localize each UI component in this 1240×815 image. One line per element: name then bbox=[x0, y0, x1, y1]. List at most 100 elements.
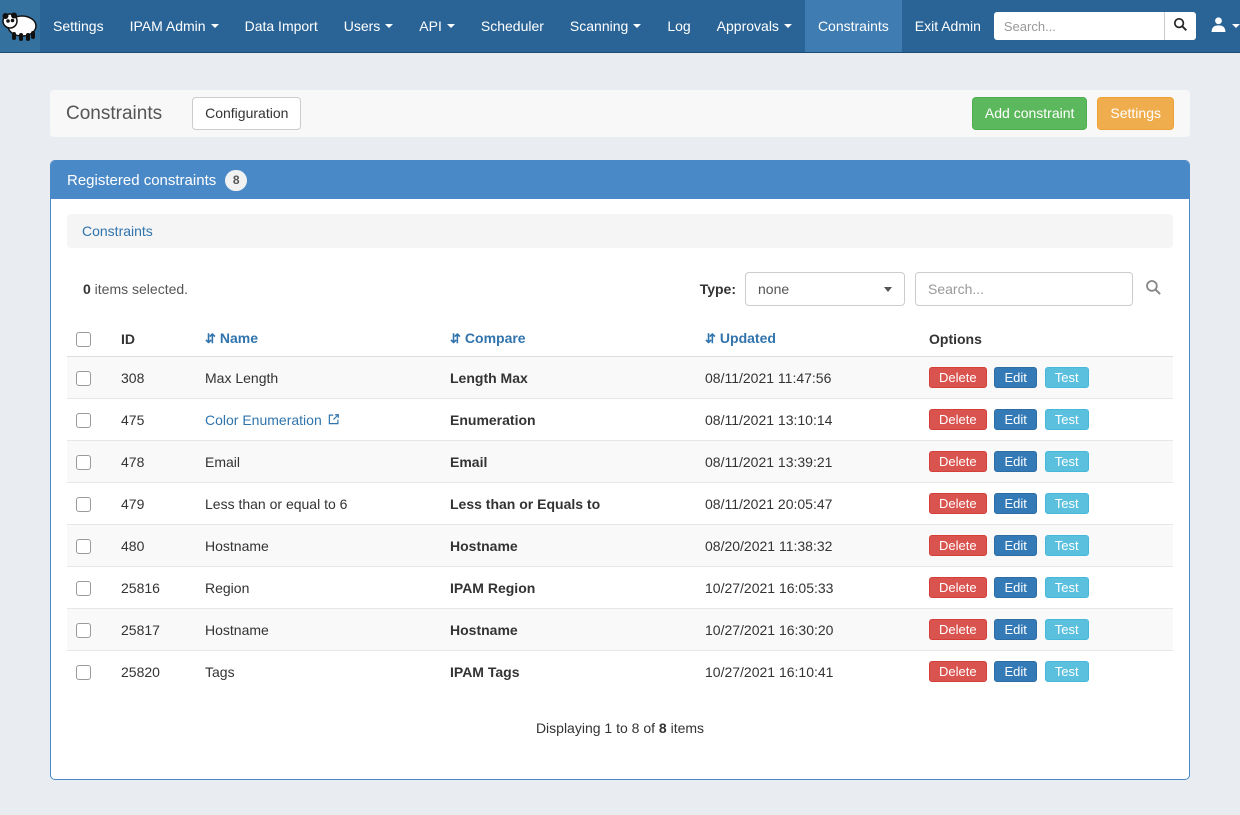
delete-button[interactable]: Delete bbox=[929, 409, 987, 430]
edit-button[interactable]: Edit bbox=[994, 409, 1036, 430]
edit-button[interactable]: Edit bbox=[994, 367, 1036, 388]
cell-compare: Email bbox=[442, 441, 697, 483]
type-filter-select[interactable]: none bbox=[745, 272, 905, 306]
user-icon bbox=[1210, 16, 1227, 36]
delete-button[interactable]: Delete bbox=[929, 367, 987, 388]
global-search-button[interactable] bbox=[1164, 12, 1196, 40]
selected-info: 0 items selected. bbox=[83, 281, 188, 297]
settings-button[interactable]: Settings bbox=[1097, 97, 1174, 131]
row-checkbox[interactable] bbox=[76, 665, 91, 680]
column-header-name[interactable]: ⇵Name bbox=[197, 322, 442, 357]
test-button[interactable]: Test bbox=[1045, 619, 1089, 640]
row-checkbox[interactable] bbox=[76, 371, 91, 386]
nav-item-exit-admin[interactable]: Exit Admin bbox=[902, 0, 994, 52]
row-checkbox[interactable] bbox=[76, 413, 91, 428]
table-row: 478 Email Email 08/11/2021 13:39:21 Dele… bbox=[67, 441, 1173, 483]
delete-button[interactable]: Delete bbox=[929, 619, 987, 640]
row-checkbox[interactable] bbox=[76, 581, 91, 596]
panel-title: Registered constraints bbox=[67, 172, 216, 189]
cell-updated: 08/11/2021 13:39:21 bbox=[697, 441, 921, 483]
select-all-checkbox[interactable] bbox=[76, 332, 91, 347]
cell-updated: 08/11/2021 11:47:56 bbox=[697, 357, 921, 399]
test-button[interactable]: Test bbox=[1045, 367, 1089, 388]
test-button[interactable]: Test bbox=[1045, 409, 1089, 430]
table-row: 25816 Region IPAM Region 10/27/2021 16:0… bbox=[67, 567, 1173, 609]
chevron-down-icon bbox=[784, 24, 792, 28]
chevron-down-icon bbox=[633, 24, 641, 28]
table-row: 480 Hostname Hostname 08/20/2021 11:38:3… bbox=[67, 525, 1173, 567]
cell-compare: IPAM Region bbox=[442, 567, 697, 609]
cell-name: Less than or equal to 6 bbox=[197, 483, 442, 525]
nav-item-settings[interactable]: Settings bbox=[40, 0, 117, 52]
cell-name: Max Length bbox=[197, 357, 442, 399]
top-navbar: Settings IPAM Admin Data Import Users AP… bbox=[0, 0, 1240, 53]
nav-item-constraints[interactable]: Constraints bbox=[805, 0, 902, 52]
constraint-name-link[interactable]: Color Enumeration bbox=[205, 412, 340, 428]
cell-updated: 10/27/2021 16:30:20 bbox=[697, 609, 921, 651]
test-button[interactable]: Test bbox=[1045, 577, 1089, 598]
configuration-button[interactable]: Configuration bbox=[192, 97, 301, 131]
edit-button[interactable]: Edit bbox=[994, 451, 1036, 472]
delete-button[interactable]: Delete bbox=[929, 535, 987, 556]
edit-button[interactable]: Edit bbox=[994, 661, 1036, 682]
edit-button[interactable]: Edit bbox=[994, 493, 1036, 514]
cell-compare: IPAM Tags bbox=[442, 651, 697, 693]
edit-button[interactable]: Edit bbox=[994, 577, 1036, 598]
cell-id: 25816 bbox=[113, 567, 197, 609]
nav-item-api[interactable]: API bbox=[406, 0, 468, 52]
nav-item-data-import[interactable]: Data Import bbox=[232, 0, 331, 52]
breadcrumb: Constraints bbox=[67, 214, 1173, 248]
cell-updated: 08/11/2021 20:05:47 bbox=[697, 483, 921, 525]
table-row: 479 Less than or equal to 6 Less than or… bbox=[67, 483, 1173, 525]
cell-name: Hostname bbox=[197, 609, 442, 651]
sort-icon: ⇵ bbox=[450, 331, 461, 346]
nav-item-users[interactable]: Users bbox=[331, 0, 407, 52]
table-search-input[interactable] bbox=[915, 272, 1133, 306]
nav-item-scanning[interactable]: Scanning bbox=[557, 0, 654, 52]
column-header-updated[interactable]: ⇵Updated bbox=[697, 322, 921, 357]
app-logo[interactable] bbox=[0, 0, 40, 52]
add-constraint-button[interactable]: Add constraint bbox=[972, 97, 1088, 131]
pagination-summary: Displaying 1 to 8 of 8 items bbox=[67, 692, 1173, 776]
test-button[interactable]: Test bbox=[1045, 451, 1089, 472]
search-icon bbox=[1173, 17, 1188, 35]
row-checkbox[interactable] bbox=[76, 539, 91, 554]
edit-button[interactable]: Edit bbox=[994, 619, 1036, 640]
breadcrumb-constraints-link[interactable]: Constraints bbox=[82, 223, 153, 239]
test-button[interactable]: Test bbox=[1045, 535, 1089, 556]
column-header-id: ID bbox=[113, 322, 197, 357]
row-checkbox[interactable] bbox=[76, 623, 91, 638]
chevron-down-icon bbox=[447, 24, 455, 28]
table-row: 25820 Tags IPAM Tags 10/27/2021 16:10:41… bbox=[67, 651, 1173, 693]
test-button[interactable]: Test bbox=[1045, 661, 1089, 682]
delete-button[interactable]: Delete bbox=[929, 493, 987, 514]
panel-heading: Registered constraints 8 bbox=[51, 161, 1189, 199]
nav-item-log[interactable]: Log bbox=[654, 0, 703, 52]
nav-item-scheduler[interactable]: Scheduler bbox=[468, 0, 557, 52]
table-row: 308 Max Length Length Max 08/11/2021 11:… bbox=[67, 357, 1173, 399]
row-checkbox[interactable] bbox=[76, 497, 91, 512]
cell-updated: 10/27/2021 16:05:33 bbox=[697, 567, 921, 609]
test-button[interactable]: Test bbox=[1045, 493, 1089, 514]
row-checkbox[interactable] bbox=[76, 455, 91, 470]
edit-button[interactable]: Edit bbox=[994, 535, 1036, 556]
cell-compare: Hostname bbox=[442, 609, 697, 651]
delete-button[interactable]: Delete bbox=[929, 577, 987, 598]
column-header-compare[interactable]: ⇵Compare bbox=[442, 322, 697, 357]
panda-logo-icon bbox=[0, 8, 40, 45]
main-nav: Settings IPAM Admin Data Import Users AP… bbox=[40, 0, 994, 52]
nav-item-approvals[interactable]: Approvals bbox=[704, 0, 805, 52]
cell-updated: 08/20/2021 11:38:32 bbox=[697, 525, 921, 567]
table-search-button[interactable] bbox=[1133, 272, 1173, 306]
chevron-down-icon bbox=[1232, 24, 1240, 28]
page-title: Constraints bbox=[66, 103, 162, 125]
table-toolbar: 0 items selected. Type: none bbox=[67, 260, 1173, 322]
delete-button[interactable]: Delete bbox=[929, 661, 987, 682]
delete-button[interactable]: Delete bbox=[929, 451, 987, 472]
cell-compare: Length Max bbox=[442, 357, 697, 399]
cell-id: 475 bbox=[113, 399, 197, 441]
nav-item-ipam-admin[interactable]: IPAM Admin bbox=[117, 0, 232, 52]
global-search-input[interactable] bbox=[994, 12, 1164, 40]
count-badge: 8 bbox=[225, 170, 247, 191]
user-menu[interactable] bbox=[1210, 16, 1240, 36]
